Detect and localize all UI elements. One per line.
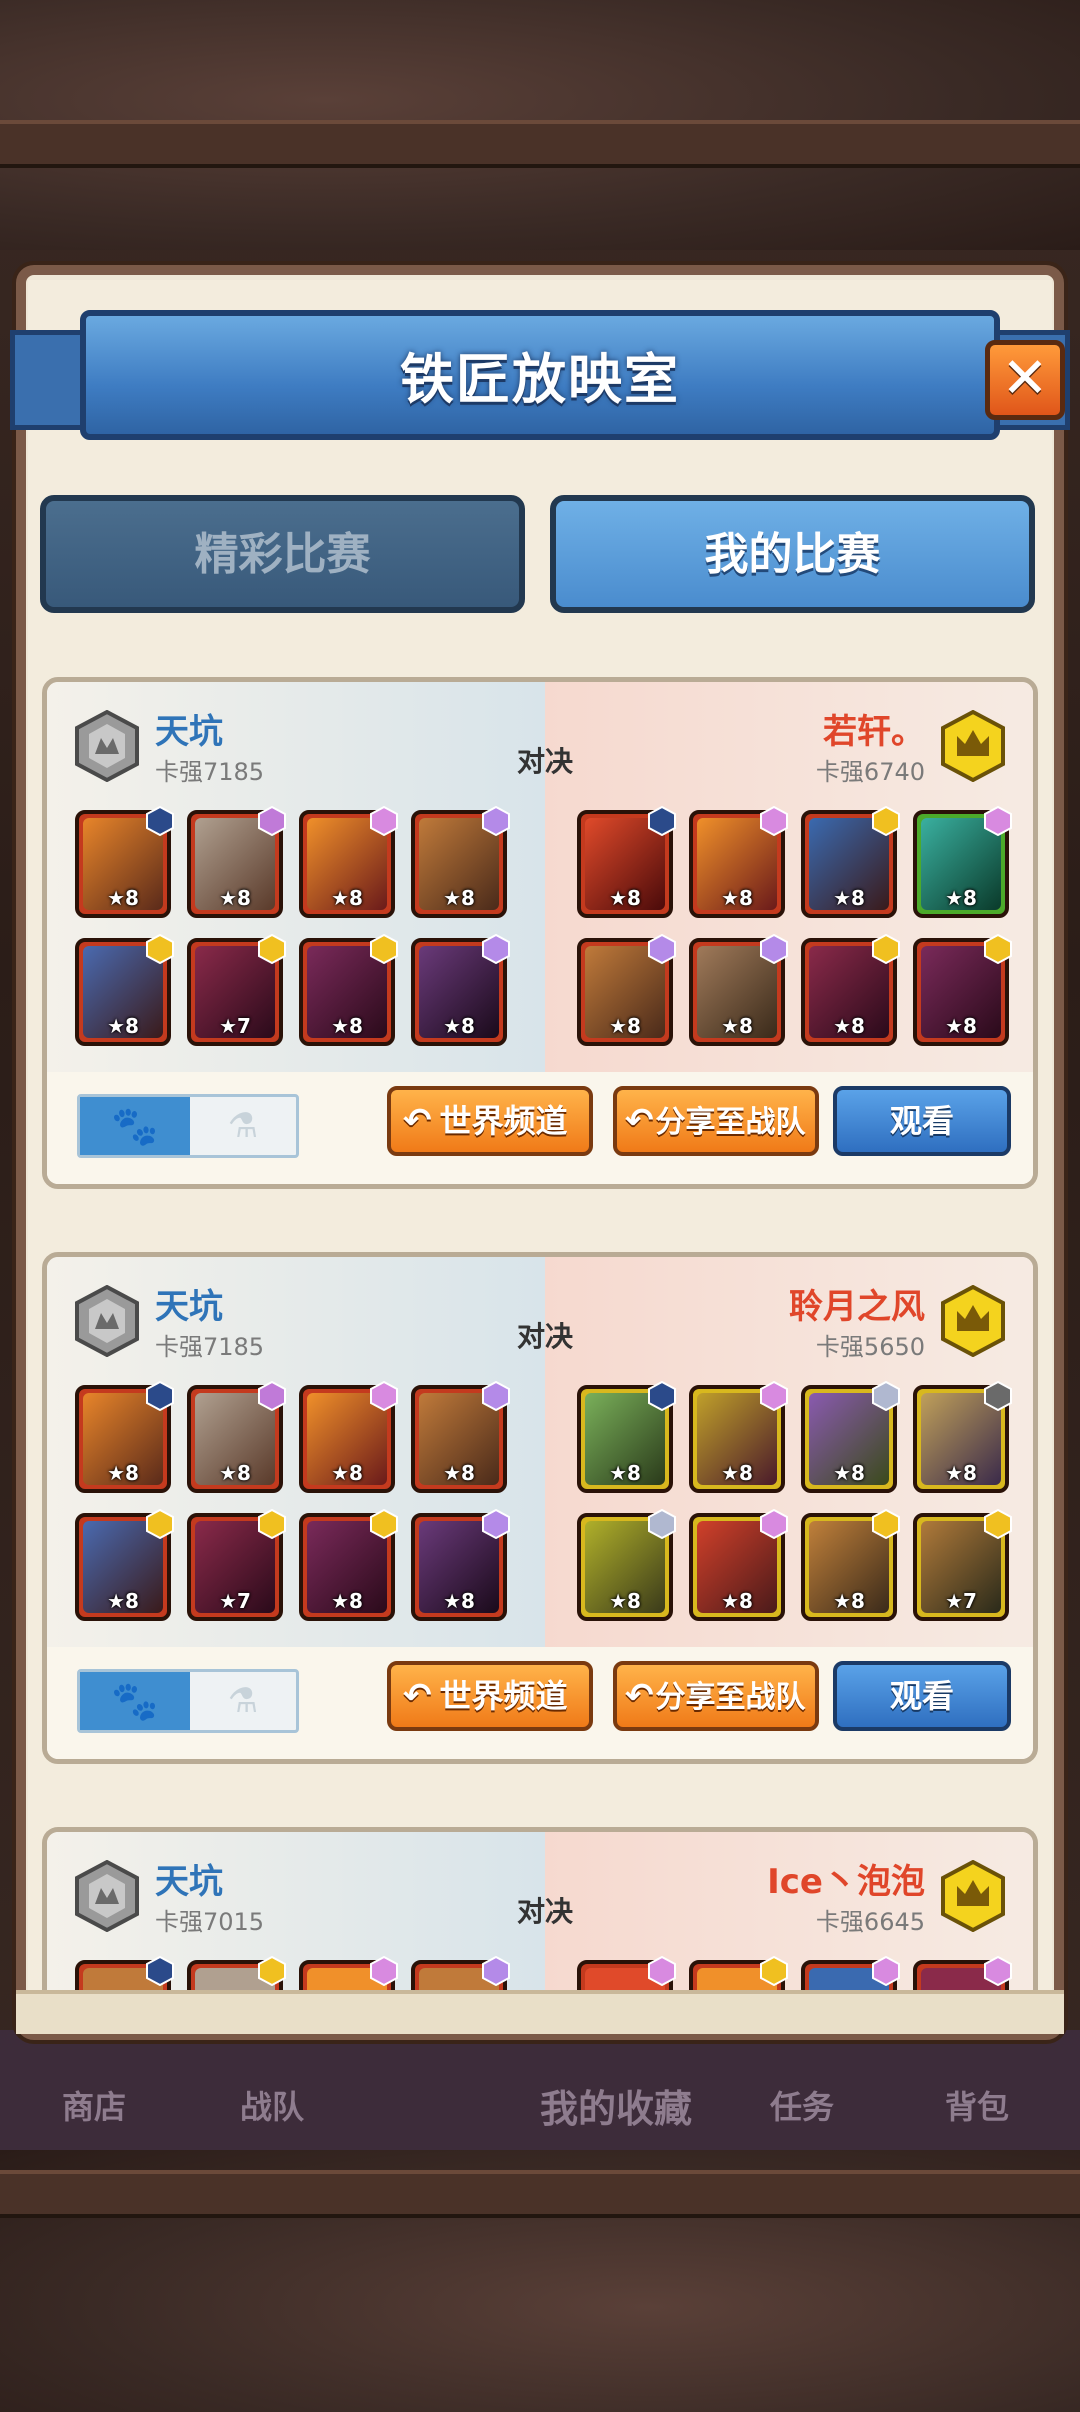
hero-card[interactable]: ★8 — [913, 806, 1012, 918]
shelf-top — [0, 120, 1080, 168]
hero-card[interactable]: ★7 — [187, 1509, 286, 1621]
hero-card[interactable]: ★8 — [299, 934, 398, 1046]
right-player-name: 若轩。 — [823, 712, 925, 752]
vs-label: 对决 — [517, 1895, 574, 1928]
hero-card[interactable]: ★8 — [75, 934, 174, 1046]
left-player-name: 天坑 — [155, 1862, 223, 1902]
world-channel-button[interactable]: ↶ 世界频道 — [387, 1661, 593, 1731]
right-player-power: 卡强5650 — [815, 1333, 925, 1361]
hero-card[interactable]: ★8 — [689, 806, 788, 918]
silver-rank-icon — [75, 1859, 139, 1933]
vs-label: 对决 — [517, 745, 574, 778]
hero-card[interactable]: ★8 — [913, 934, 1012, 1046]
potion-icon[interactable]: ⚗ — [190, 1672, 296, 1730]
paw-icon[interactable]: 🐾 — [80, 1097, 190, 1155]
hero-card[interactable]: ★8 — [577, 1509, 676, 1621]
hero-card[interactable]: ★8 — [411, 934, 510, 1046]
silver-rank-icon — [75, 709, 139, 783]
hero-card[interactable]: ★8 — [689, 934, 788, 1046]
gold-crown-rank-icon — [941, 1284, 1005, 1358]
nav-shop[interactable]: 商店 — [62, 2082, 126, 2128]
page-title: 铁匠放映室 — [400, 348, 680, 411]
gold-crown-rank-icon — [941, 1859, 1005, 1933]
share-arrow-icon: ↶ — [403, 1101, 432, 1141]
vs-label: 对决 — [517, 1320, 574, 1353]
tab-my-matches[interactable]: 我的比赛 — [550, 495, 1035, 613]
hero-card[interactable]: ★8 — [577, 934, 676, 1046]
match-card: 天坑 卡强7185 对决 聆月之风 卡强5650 ★8 ★8 ★8 ★8 ★8 … — [42, 1252, 1038, 1764]
hero-card[interactable]: ★8 — [801, 1509, 900, 1621]
hero-card[interactable]: ★8 — [577, 1381, 676, 1493]
hero-card[interactable]: ★8 — [913, 1381, 1012, 1493]
hero-card[interactable]: ★8 — [411, 806, 510, 918]
hero-card[interactable]: ★7 — [187, 934, 286, 1046]
hero-card[interactable]: ★8 — [411, 1509, 510, 1621]
hero-card[interactable]: ★8 — [411, 1381, 510, 1493]
nav-tasks[interactable]: 任务 — [770, 2082, 834, 2128]
close-icon: ✕ — [1001, 346, 1049, 411]
nav-backpack[interactable]: 背包 — [945, 2082, 1009, 2128]
right-player-power: 卡强6645 — [815, 1908, 925, 1936]
replay-mode-toggle[interactable]: 🐾 ⚗ — [77, 1094, 299, 1158]
left-player-name: 天坑 — [155, 712, 223, 752]
silver-rank-icon — [75, 1284, 139, 1358]
hero-card[interactable]: ★8 — [187, 1381, 286, 1493]
panel-bottom-edge — [16, 1990, 1064, 2034]
share-arrow-icon: ↶ — [625, 1676, 654, 1716]
match-card: 天坑 卡强7015 对决 Ice丶泡泡 卡强6645 — [42, 1827, 1038, 1995]
hero-card[interactable]: ★8 — [801, 934, 900, 1046]
left-player-power: 卡强7185 — [155, 1333, 265, 1361]
nav-team[interactable]: 战队 — [240, 2082, 304, 2128]
share-to-team-button[interactable]: ↶分享至战队 — [613, 1661, 819, 1731]
right-player-power: 卡强6740 — [815, 758, 925, 786]
world-channel-button[interactable]: ↶ 世界频道 — [387, 1086, 593, 1156]
hero-card[interactable]: ★8 — [75, 1509, 174, 1621]
left-player-power: 卡强7185 — [155, 758, 265, 786]
hero-card[interactable]: ★8 — [689, 1381, 788, 1493]
watch-button[interactable]: 观看 — [833, 1661, 1011, 1731]
right-player-name: 聆月之风 — [789, 1287, 925, 1327]
hero-card[interactable]: ★8 — [299, 1381, 398, 1493]
share-arrow-icon: ↶ — [625, 1101, 654, 1141]
shelf-bottom — [0, 2170, 1080, 2218]
share-arrow-icon: ↶ — [403, 1676, 432, 1716]
hero-card[interactable]: ★8 — [689, 1509, 788, 1621]
hero-card[interactable]: ★8 — [75, 1381, 174, 1493]
potion-icon[interactable]: ⚗ — [190, 1097, 296, 1155]
hero-card[interactable]: ★8 — [75, 806, 174, 918]
hero-card[interactable]: ★8 — [187, 806, 286, 918]
share-to-team-button[interactable]: ↶分享至战队 — [613, 1086, 819, 1156]
close-button[interactable]: ✕ — [985, 340, 1065, 420]
hero-card[interactable]: ★7 — [913, 1509, 1012, 1621]
match-card: 天坑 卡强7185 对决 若轩。 卡强6740 ★8 ★8 ★8 ★8 ★8 ★… — [42, 677, 1038, 1189]
gold-crown-rank-icon — [941, 709, 1005, 783]
hero-card[interactable]: ★8 — [577, 806, 676, 918]
left-player-name: 天坑 — [155, 1287, 223, 1327]
replay-mode-toggle[interactable]: 🐾 ⚗ — [77, 1669, 299, 1733]
hero-card[interactable]: ★8 — [299, 1509, 398, 1621]
hero-card[interactable]: ★8 — [801, 1381, 900, 1493]
left-player-power: 卡强7015 — [155, 1908, 265, 1936]
watch-button[interactable]: 观看 — [833, 1086, 1011, 1156]
hero-card[interactable]: ★8 — [299, 806, 398, 918]
tab-highlights[interactable]: 精彩比赛 — [40, 495, 525, 613]
hero-card[interactable]: ★8 — [801, 806, 900, 918]
right-player-name: Ice丶泡泡 — [767, 1862, 925, 1902]
paw-icon[interactable]: 🐾 — [80, 1672, 190, 1730]
nav-collection[interactable]: 我的收藏 — [540, 2078, 692, 2133]
